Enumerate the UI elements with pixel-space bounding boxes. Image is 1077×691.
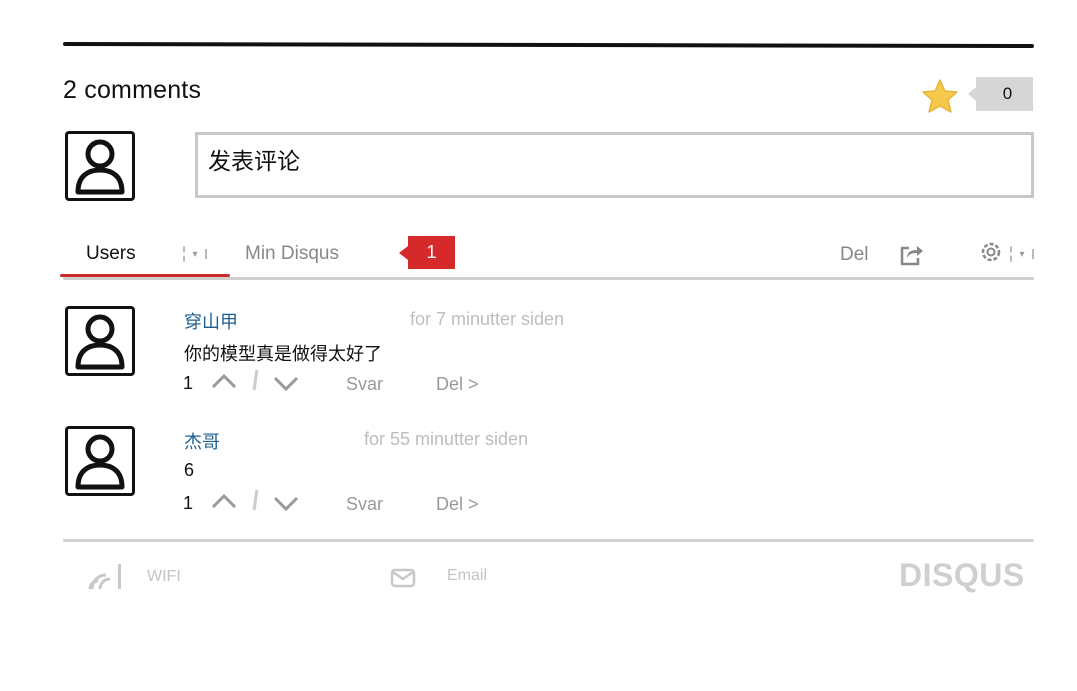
top-divider bbox=[62, 41, 1035, 49]
footer-divider bbox=[63, 539, 1034, 542]
current-user-avatar bbox=[65, 131, 135, 201]
user-icon bbox=[75, 139, 125, 195]
users-dropdown-caret[interactable]: ▾ bbox=[183, 243, 207, 265]
upvote-icon[interactable] bbox=[211, 493, 237, 509]
downvote-icon[interactable] bbox=[273, 496, 299, 512]
comment-avatar[interactable] bbox=[65, 426, 135, 496]
comment-text: 你的模型真是做得太好了 bbox=[184, 344, 382, 364]
tab-users[interactable]: Users bbox=[86, 243, 136, 265]
footer-wifi-link[interactable]: WIFI bbox=[147, 568, 181, 586]
comment-count: 2 comments bbox=[63, 76, 202, 104]
vote-count: 1 bbox=[183, 493, 194, 513]
footer-email-link[interactable]: Email bbox=[447, 567, 487, 585]
rss-icon[interactable] bbox=[80, 561, 124, 591]
comment-author[interactable]: 杰哥 bbox=[184, 428, 220, 454]
notification-badge[interactable]: 1 bbox=[399, 236, 455, 269]
settings-dropdown-caret[interactable]: ▾ bbox=[1010, 243, 1034, 265]
favorite-count-badge: 0 bbox=[968, 77, 1033, 111]
star-icon[interactable] bbox=[921, 78, 959, 114]
comment-author[interactable]: 穿山甲 bbox=[184, 308, 238, 334]
comment-share-button[interactable]: Del > bbox=[436, 494, 479, 515]
chevron-down-icon: ▾ bbox=[192, 248, 198, 260]
user-icon bbox=[75, 434, 125, 490]
comment-avatar[interactable] bbox=[65, 306, 135, 376]
vote-separator bbox=[252, 489, 259, 511]
reply-button[interactable]: Svar bbox=[346, 374, 383, 395]
gear-icon[interactable] bbox=[978, 239, 1004, 265]
comment-timestamp[interactable]: for 7 minutter siden bbox=[410, 309, 564, 330]
vote-count: 1 bbox=[183, 373, 194, 393]
chevron-down-icon: ▾ bbox=[1019, 248, 1025, 260]
user-icon bbox=[75, 314, 125, 370]
share-button[interactable]: Del bbox=[840, 244, 869, 266]
tab-my-disqus[interactable]: Min Disqus bbox=[245, 243, 339, 265]
disqus-logo[interactable]: DISQUS bbox=[899, 557, 1025, 594]
tabs-divider bbox=[63, 277, 1034, 280]
vote-separator bbox=[252, 369, 259, 391]
upvote-icon[interactable] bbox=[211, 373, 237, 389]
comment-timestamp[interactable]: for 55 minutter siden bbox=[364, 429, 528, 450]
share-icon[interactable] bbox=[899, 242, 925, 266]
comment-text: 6 bbox=[184, 460, 195, 480]
comment-share-button[interactable]: Del > bbox=[436, 374, 479, 395]
reply-button[interactable]: Svar bbox=[346, 494, 383, 515]
downvote-icon[interactable] bbox=[273, 376, 299, 392]
envelope-icon[interactable] bbox=[390, 568, 416, 588]
comment-input[interactable]: 发表评论 bbox=[195, 132, 1034, 198]
